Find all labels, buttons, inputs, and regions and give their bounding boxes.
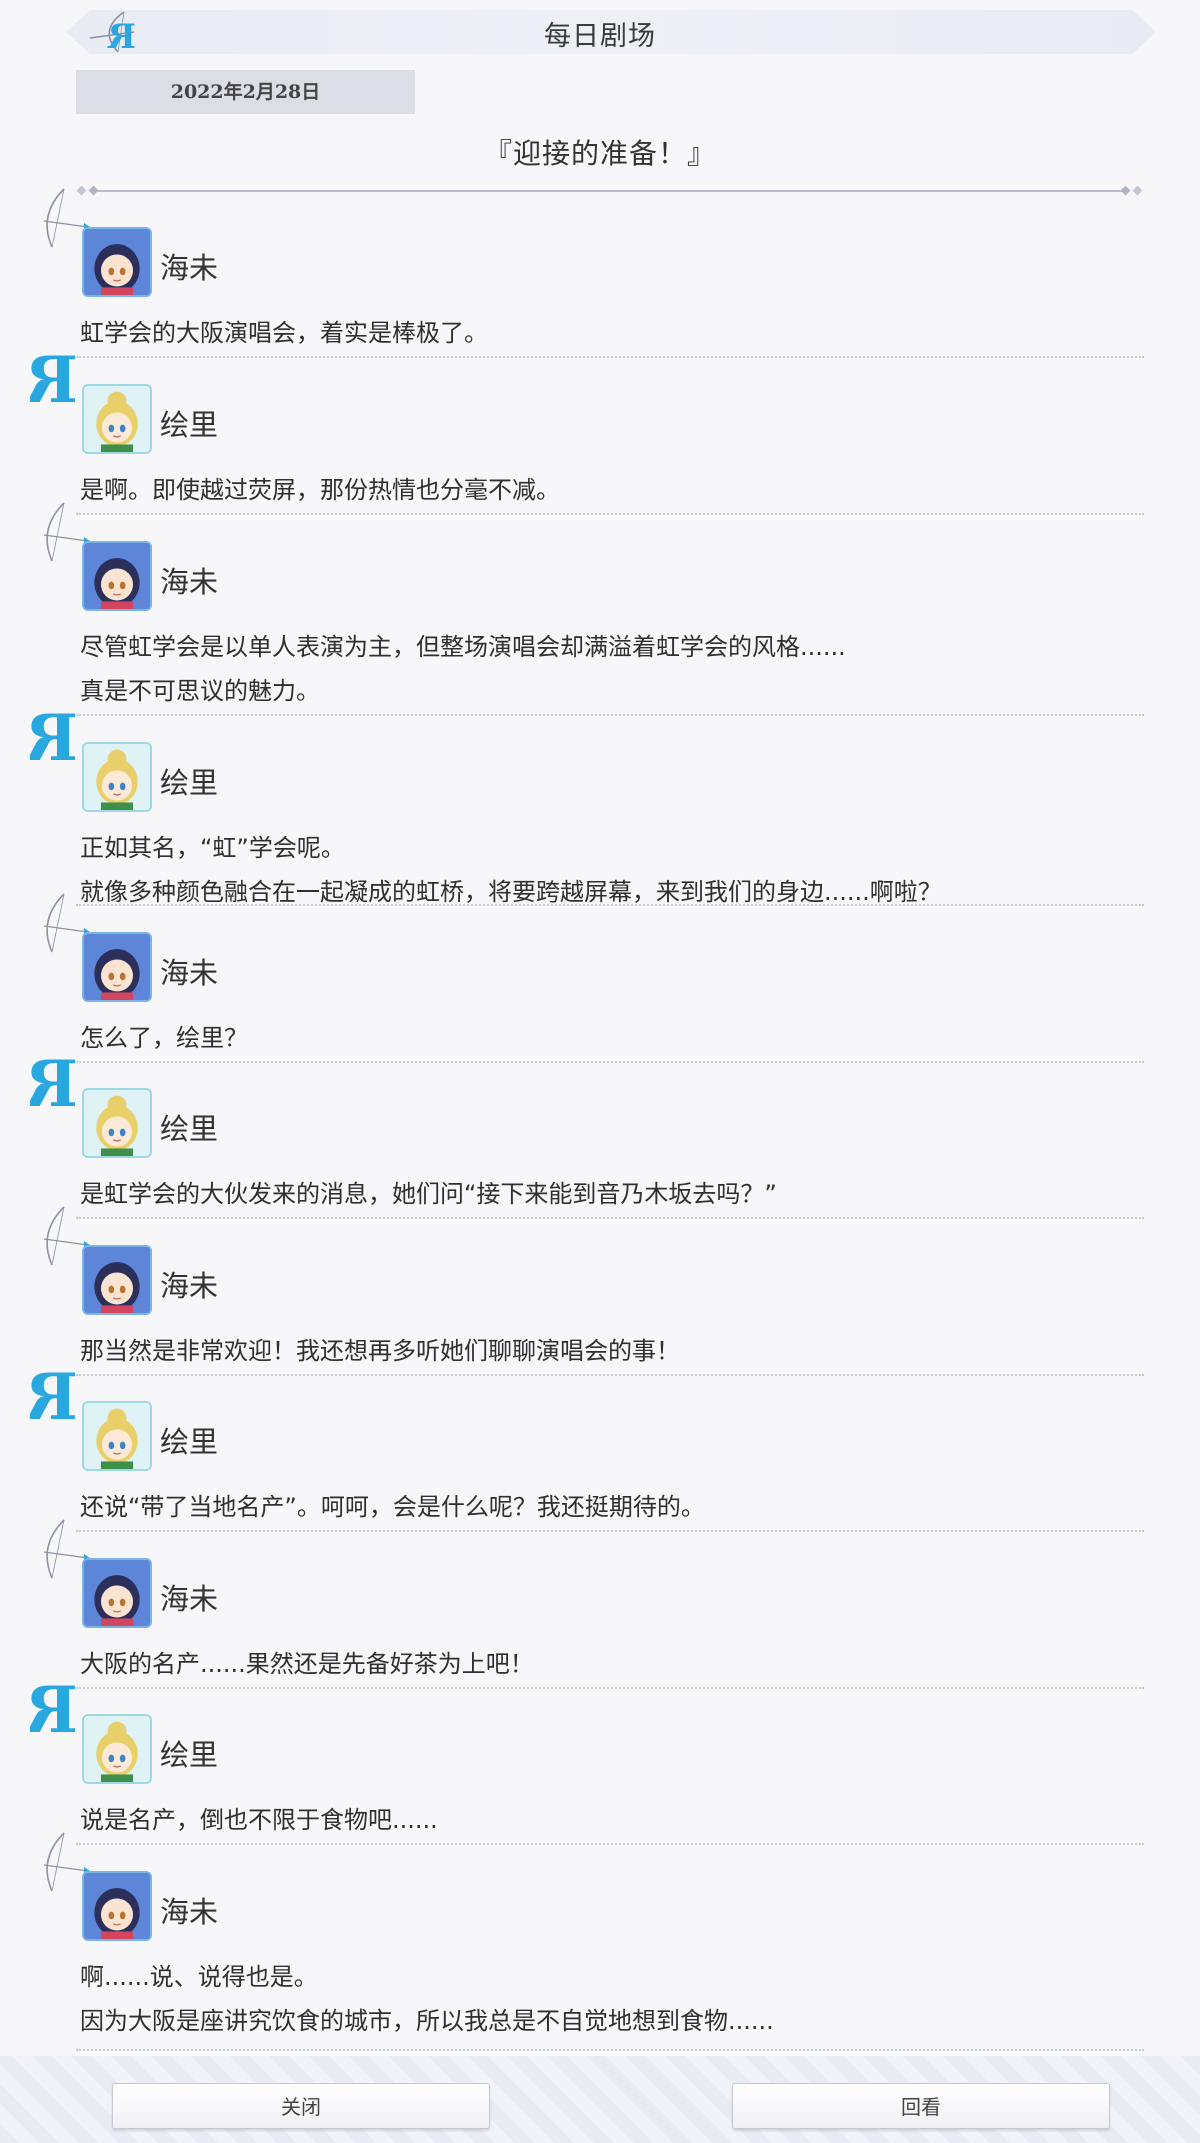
- dialogue-entry: R 绘里 正如其名，“虹”学会呢。 就像多种颜色融合在一起凝成的虹桥，将要跨越屏幕，来…: [0, 700, 1200, 906]
- dialogue-line: 正如其名，“虹”学会呢。: [80, 834, 345, 862]
- dialogue-entry: R 绘里 是虹学会的大伙发来的消息，她们问“接下来能到音乃木坂去吗？”: [0, 1046, 1200, 1217]
- close-button[interactable]: 关闭: [112, 2083, 490, 2129]
- letter-r-icon: R: [24, 1046, 90, 1134]
- speaker-name: 绘里: [160, 1425, 219, 1459]
- avatar: [82, 742, 152, 812]
- dialogue-divider: [76, 2049, 1144, 2051]
- date-tab: 2022年2月28日: [76, 70, 415, 114]
- avatar: [82, 932, 152, 1002]
- bow-icon: [30, 1829, 90, 1917]
- letter-r-icon: R: [24, 1672, 90, 1760]
- dialogue-entry: 海未 虹学会的大阪演唱会，着实是棒极了。: [0, 185, 1200, 356]
- dialogue-entry: 海未 尽管虹学会是以单人表演为主，但整场演唱会却满溢着虹学会的风格...... 真是…: [0, 499, 1200, 714]
- avatar: [82, 541, 152, 611]
- svg-text:R: R: [30, 1360, 78, 1435]
- avatar: [82, 1401, 152, 1471]
- bow-icon: [30, 890, 90, 978]
- speaker-name: 绘里: [160, 1112, 219, 1146]
- speaker-name: 海未: [160, 956, 219, 990]
- svg-text:R: R: [30, 1673, 78, 1748]
- speaker-name: 海未: [160, 1269, 219, 1303]
- speaker-name: 海未: [160, 1582, 219, 1616]
- dialogue-line: 尽管虹学会是以单人表演为主，但整场演唱会却满溢着虹学会的风格......: [80, 633, 846, 661]
- bow-icon: [30, 1516, 90, 1604]
- review-button[interactable]: 回看: [732, 2083, 1110, 2129]
- letter-r-icon: R: [24, 700, 90, 788]
- avatar: [82, 1245, 152, 1315]
- avatar: [82, 1714, 152, 1784]
- speaker-name: 海未: [160, 1895, 219, 1929]
- svg-text:R: R: [30, 1047, 78, 1122]
- speaker-name: 绘里: [160, 766, 219, 800]
- svg-text:R: R: [30, 701, 78, 776]
- avatar: [82, 227, 152, 297]
- letter-r-icon: R: [24, 1359, 90, 1447]
- avatar: [82, 1871, 152, 1941]
- dialogue-line: 啊......说、说得也是。: [80, 1963, 318, 1991]
- svg-text:R: R: [30, 343, 78, 418]
- speaker-name: 绘里: [160, 1738, 219, 1772]
- letter-r-icon: R: [24, 342, 90, 430]
- dialogue-line: 因为大阪是座讲究饮食的城市，所以我总是不自觉地想到食物......: [80, 2007, 774, 2035]
- dialogue-entry: R 绘里 是啊。即使越过荧屏，那份热情也分毫不减。: [0, 342, 1200, 513]
- speaker-name: 绘里: [160, 408, 219, 442]
- page-title: 每日剧场: [544, 21, 656, 52]
- bow-icon: [30, 1203, 90, 1291]
- speaker-name: 海未: [160, 251, 219, 285]
- dialogue-entry: R 绘里 还说“带了当地名产”。呵呵，会是什么呢？我还挺期待的。: [0, 1359, 1200, 1530]
- bow-icon: [30, 499, 90, 587]
- speaker-name: 海未: [160, 565, 219, 599]
- avatar: [82, 1558, 152, 1628]
- avatar: [82, 384, 152, 454]
- dialogue-entry: 海未啊......说、说得也是。因为大阪是座讲究饮食的城市，所以我总是不自觉地想…: [0, 1829, 1200, 2049]
- dialogue-entry: 海未 大阪的名产......果然还是先备好茶为上吧！: [0, 1516, 1200, 1687]
- dialogue-entry: R 绘里 说是名产，倒也不限于食物吧......: [0, 1672, 1200, 1843]
- episode-title: 『迎接的准备！』: [483, 137, 716, 170]
- bow-icon: [30, 185, 90, 273]
- dialogue-entry: 海未 那当然是非常欢迎！我还想再多听她们聊聊演唱会的事！: [0, 1203, 1200, 1374]
- dialogue-entry: 海未 怎么了，绘里？: [0, 890, 1200, 1061]
- avatar: [82, 1088, 152, 1158]
